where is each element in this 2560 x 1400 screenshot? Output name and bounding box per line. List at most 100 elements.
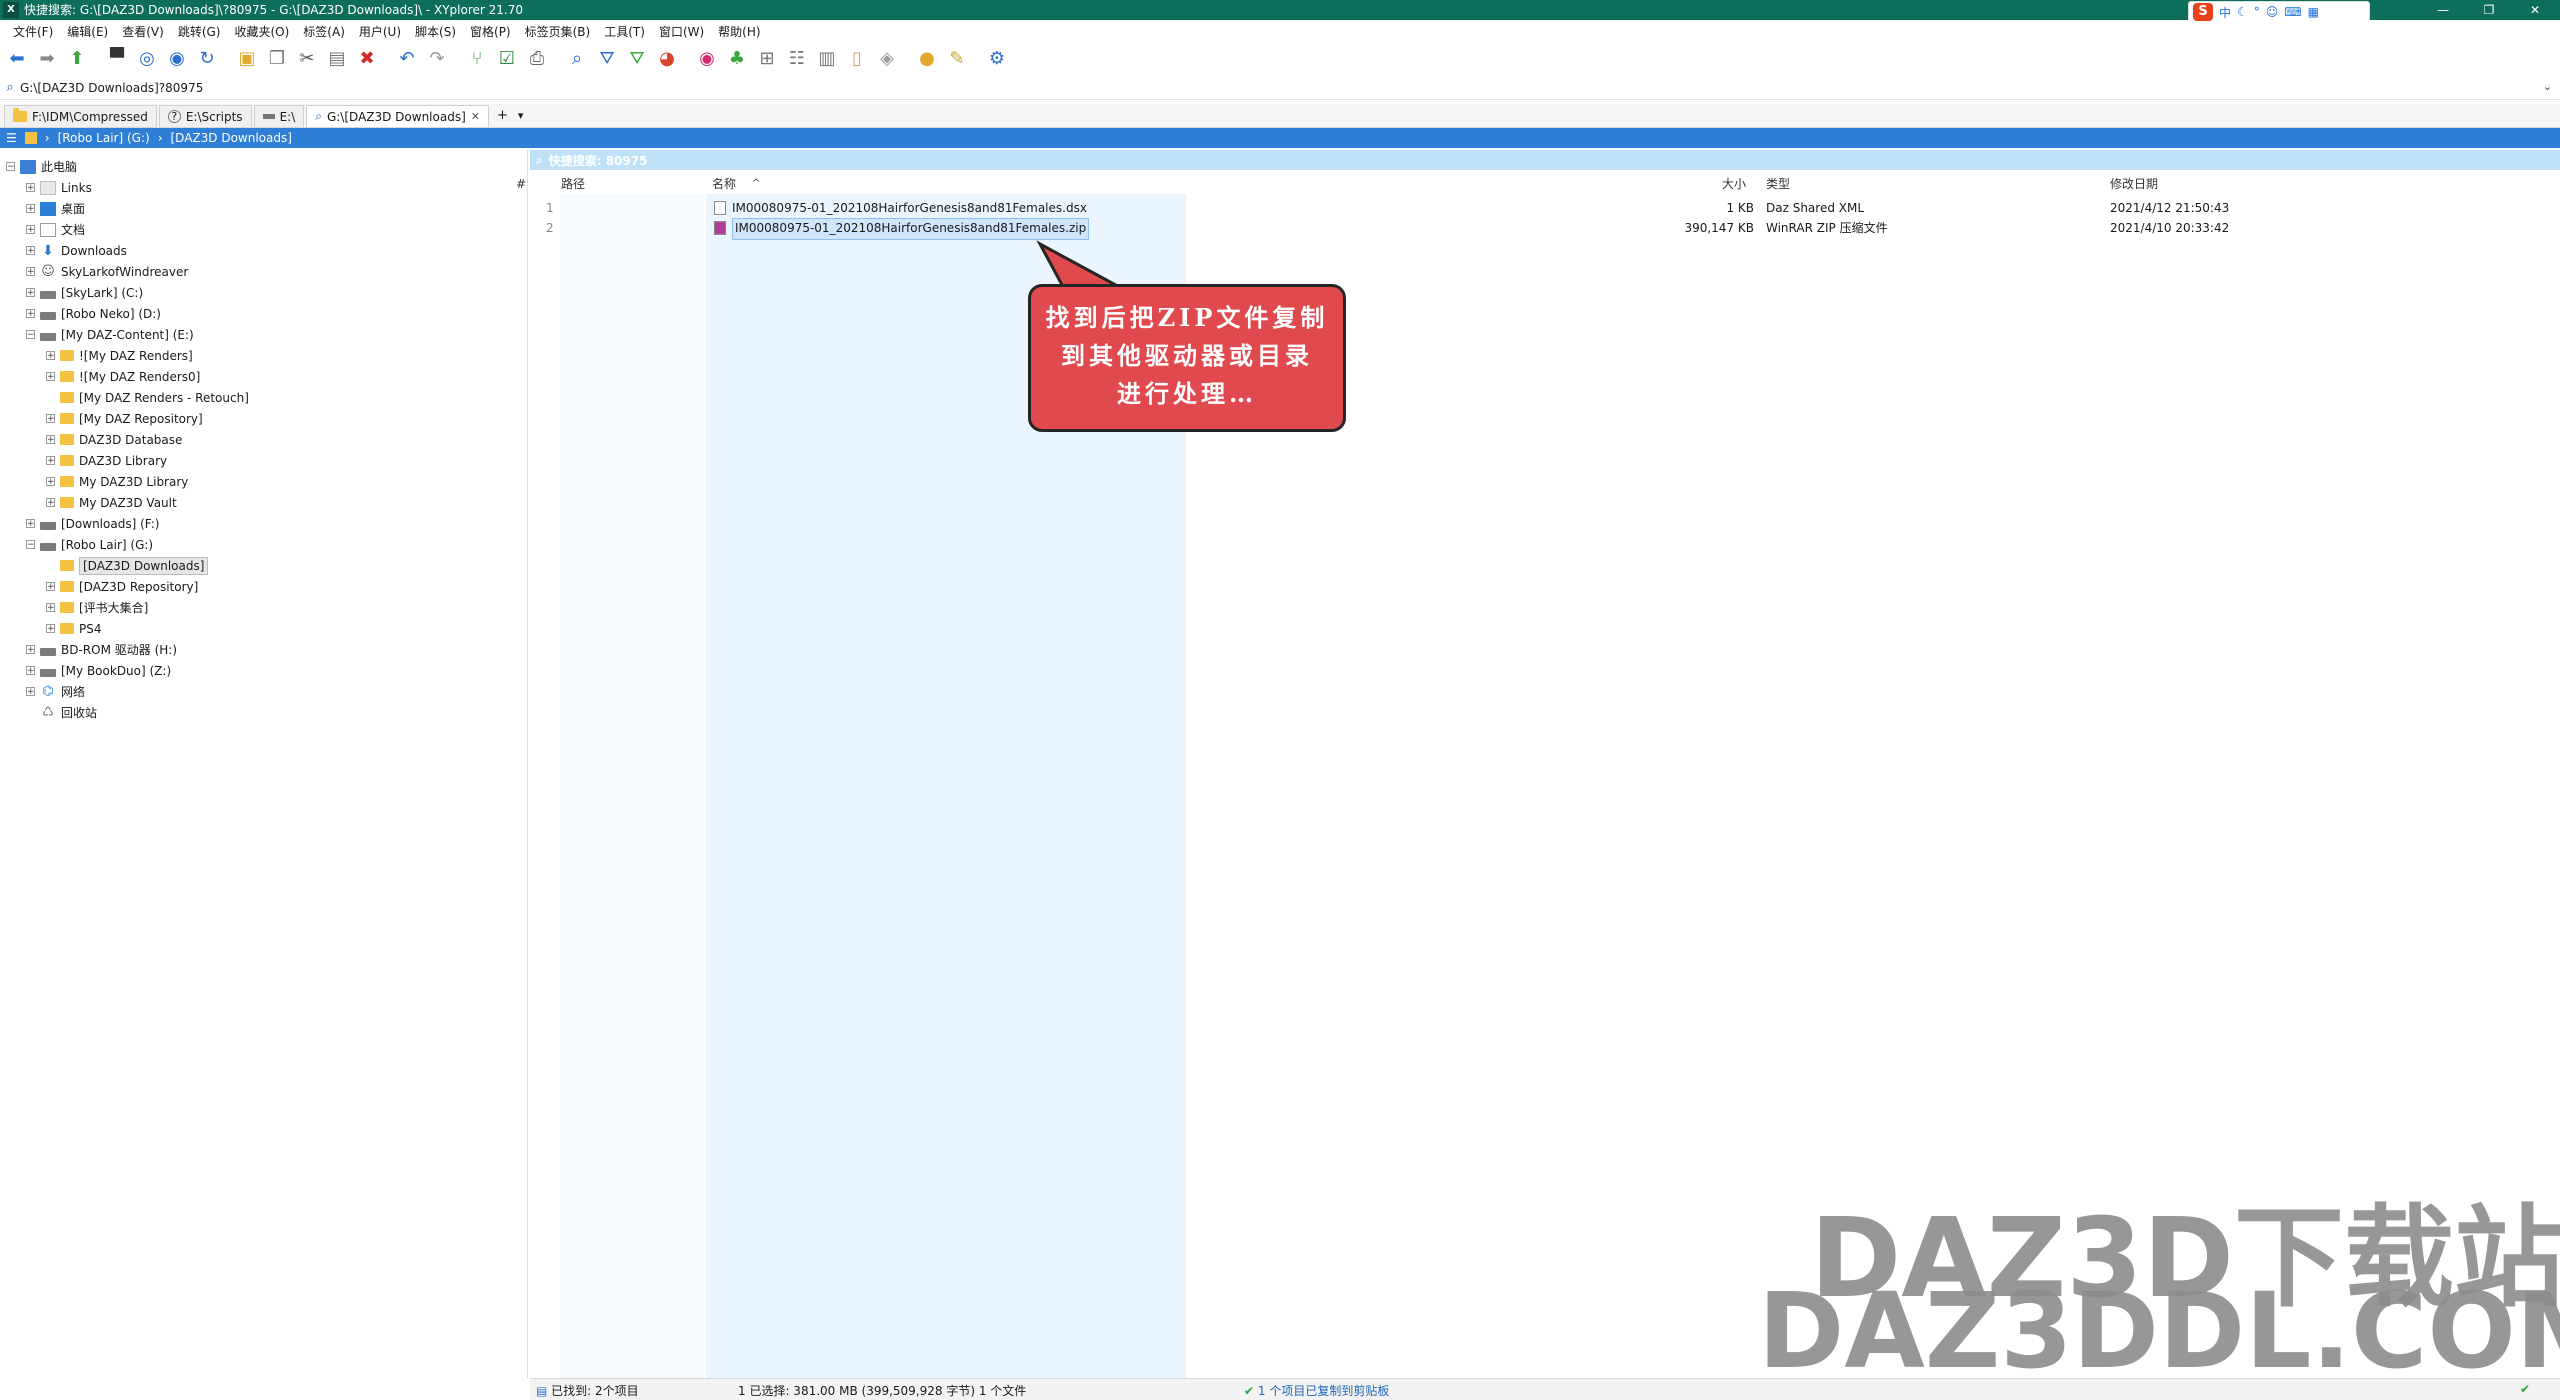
tree-item[interactable]: + 文档 <box>26 219 85 240</box>
expand-icon[interactable]: + <box>26 687 35 697</box>
search-icon[interactable]: ⌕ <box>564 46 590 72</box>
breadcrumb-item[interactable]: [Robo Lair] (G:) <box>58 131 150 145</box>
menu-item[interactable]: 收藏夹(O) <box>227 22 296 42</box>
expand-icon[interactable]: + <box>46 456 55 466</box>
ime-toolbar[interactable]: S 中 ☾ ° ☺ ⌨ ▦ <box>2188 1 2370 23</box>
spiral-icon[interactable]: ◉ <box>694 46 720 72</box>
expand-icon[interactable]: + <box>26 309 35 319</box>
keyboard-icon[interactable]: ⌨ <box>2284 5 2301 19</box>
expand-icon[interactable]: + <box>26 183 35 193</box>
tab-scripts[interactable]: ? E:\Scripts <box>158 105 252 127</box>
minimize-button[interactable]: — <box>2420 0 2466 20</box>
menu-item[interactable]: 窗口(W) <box>652 22 711 42</box>
collapse-icon[interactable]: − <box>26 540 35 550</box>
tree-item[interactable]: + BD-ROM 驱动器 (H:) <box>26 639 177 660</box>
tree-item[interactable]: + [Robo Neko] (D:) <box>26 303 161 324</box>
expand-icon[interactable]: + <box>46 603 55 613</box>
tab-drive-e[interactable]: E:\ <box>253 105 305 127</box>
details-icon[interactable]: ☷ <box>784 46 810 72</box>
thumbnails-icon[interactable]: ⊞ <box>754 46 780 72</box>
filter-icon[interactable]: ⛛ <box>594 46 620 72</box>
tree-item[interactable]: − [Robo Lair] (G:) <box>26 534 153 555</box>
collapse-icon[interactable]: − <box>6 162 15 172</box>
menu-item[interactable]: 文件(F) <box>6 22 60 42</box>
menu-item[interactable]: 标签页集(B) <box>518 22 598 42</box>
expand-icon[interactable]: + <box>26 519 35 529</box>
expand-icon[interactable]: + <box>46 624 55 634</box>
file-name[interactable]: IM00080975-01_202108HairforGenesis8and81… <box>732 218 1090 240</box>
expand-icon[interactable]: + <box>26 645 35 655</box>
tree-item[interactable]: ♺ 回收站 <box>26 702 97 723</box>
ime-language-toggle[interactable]: 中 <box>2219 4 2231 21</box>
row-number[interactable]: 1 <box>546 198 554 218</box>
tree-item[interactable]: + ![My DAZ Renders] <box>46 345 193 366</box>
brush-icon[interactable]: ✎ <box>944 46 970 72</box>
column-header-size[interactable]: 大小 <box>1722 174 1746 194</box>
tree-item[interactable]: + ![My DAZ Renders0] <box>46 366 200 387</box>
tree-item[interactable]: − 此电脑 <box>6 156 77 177</box>
expand-icon[interactable]: + <box>46 477 55 487</box>
tree-item[interactable]: [DAZ3D Downloads] <box>46 555 209 576</box>
column-header-modified[interactable]: 修改日期 <box>2110 174 2158 194</box>
refresh-icon[interactable]: ↻ <box>194 46 220 72</box>
status-clipboard[interactable]: ✔ 1 个项目已复制到剪贴板 <box>1244 1382 1389 1399</box>
file-modified[interactable]: 2021/4/12 21:50:43 <box>2110 198 2229 218</box>
tree-item[interactable]: + PS4 <box>46 618 102 639</box>
tab-menu-icon[interactable]: ▾ <box>514 105 528 127</box>
filter-green-icon[interactable]: ⛛ <box>624 46 650 72</box>
up-icon[interactable]: ⬆ <box>64 46 90 72</box>
row-number[interactable]: 2 <box>546 218 554 238</box>
tree-item[interactable]: + 桌面 <box>26 198 85 219</box>
delete-icon[interactable]: ✖ <box>354 46 380 72</box>
tree-item[interactable]: + ☺ SkyLarkofWindreaver <box>26 261 188 282</box>
file-modified[interactable]: 2021/4/10 20:33:42 <box>2110 218 2229 238</box>
expand-icon[interactable]: + <box>26 204 35 214</box>
menu-item[interactable]: 工具(T) <box>597 22 652 42</box>
menu-item[interactable]: 帮助(H) <box>711 22 767 42</box>
menu-item[interactable]: 跳转(G) <box>171 22 228 42</box>
expand-icon[interactable]: + <box>26 246 35 256</box>
settings-icon[interactable]: ⚙ <box>984 46 1010 72</box>
menu-icon[interactable]: ☰ <box>6 131 17 145</box>
tree-item[interactable]: + [Downloads] (F:) <box>26 513 159 534</box>
grid-icon[interactable]: ▦ <box>2308 5 2319 19</box>
expand-icon[interactable]: + <box>26 267 35 277</box>
sogou-ime-icon[interactable]: S <box>2193 3 2213 21</box>
paste-icon[interactable]: ▤ <box>324 46 350 72</box>
tree-item[interactable]: + ⬇ Downloads <box>26 240 127 261</box>
new-folder-icon[interactable]: ▣ <box>234 46 260 72</box>
tree-item[interactable]: + ⌬ 网络 <box>26 681 85 702</box>
preview-icon[interactable]: ▯ <box>844 46 870 72</box>
checklist-icon[interactable]: ☑ <box>494 46 520 72</box>
tab-daz3d-downloads[interactable]: ⌕ G:\[DAZ3D Downloads] ✕ <box>306 105 489 127</box>
file-name[interactable]: IM00080975-01_202108HairforGenesis8and81… <box>732 198 1087 218</box>
tree-item[interactable]: + DAZ3D Database <box>46 429 182 450</box>
expand-icon[interactable]: + <box>26 666 35 676</box>
column-header-number[interactable]: # <box>516 174 526 194</box>
tree-item[interactable]: [My DAZ Renders - Retouch] <box>46 387 249 408</box>
tree-item[interactable]: − [My DAZ-Content] (E:) <box>26 324 194 345</box>
branch-icon[interactable]: ⑂ <box>464 46 490 72</box>
pie-icon[interactable]: ◕ <box>654 46 680 72</box>
redo-icon[interactable]: ↷ <box>424 46 450 72</box>
copy-icon[interactable]: ❐ <box>264 46 290 72</box>
expand-icon[interactable]: + <box>46 351 55 361</box>
cut-icon[interactable]: ✂ <box>294 46 320 72</box>
emoji-icon[interactable]: ☺ <box>2266 5 2279 19</box>
dot-icon[interactable]: ° <box>2254 5 2260 19</box>
expand-icon[interactable]: + <box>46 498 55 508</box>
file-size[interactable]: 390,147 KB <box>1590 218 1754 238</box>
column-header-path[interactable]: 路径 <box>561 174 585 194</box>
tree-item[interactable]: + Links <box>26 177 92 198</box>
file-type[interactable]: Daz Shared XML <box>1766 198 1864 218</box>
tree-icon[interactable]: ♣ <box>724 46 750 72</box>
expand-icon[interactable]: + <box>46 372 55 382</box>
expand-icon[interactable]: + <box>46 414 55 424</box>
expand-icon[interactable]: + <box>26 225 35 235</box>
address-bar[interactable]: ⌕ G:\[DAZ3D Downloads]?80975 ⌄ <box>0 76 2560 100</box>
tree-item[interactable]: + [评书大集合] <box>46 597 148 618</box>
print-icon[interactable]: ⎙ <box>524 46 550 72</box>
back-icon[interactable]: ⬅ <box>4 46 30 72</box>
menu-item[interactable]: 编辑(E) <box>60 22 115 42</box>
address-input[interactable]: G:\[DAZ3D Downloads]?80975 <box>20 81 203 95</box>
